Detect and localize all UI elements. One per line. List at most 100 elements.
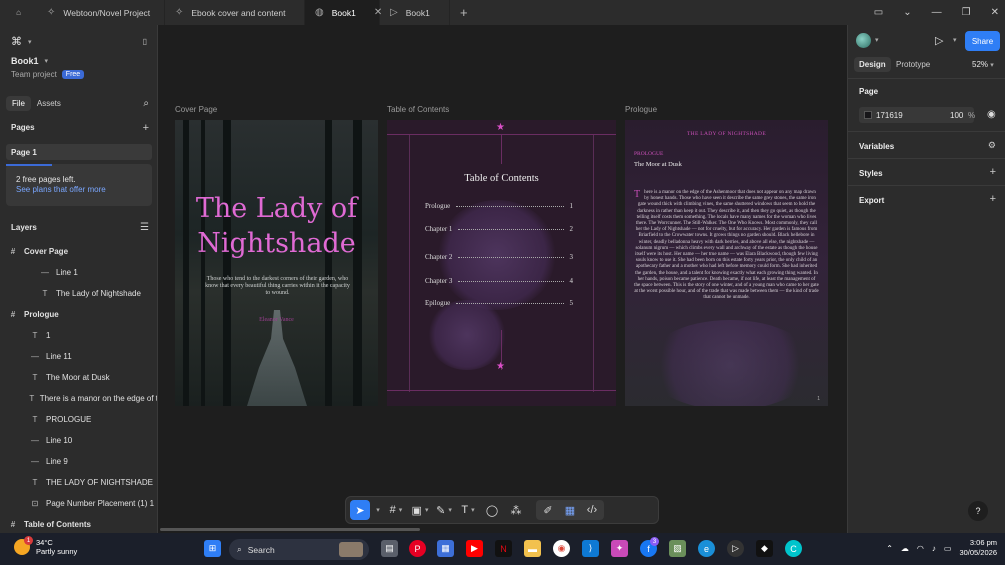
add-tab-icon[interactable]: + bbox=[460, 5, 468, 20]
clock[interactable]: 3:06 pm 30/05/2026 bbox=[959, 538, 997, 558]
cover-title-line1[interactable]: The Lady of bbox=[175, 193, 378, 224]
page-number[interactable]: 1 bbox=[817, 396, 820, 402]
toc-title[interactable]: Table of Contents bbox=[387, 173, 616, 184]
cover-tagline[interactable]: Those who tend to the darkest corners of… bbox=[205, 276, 350, 297]
page-opacity[interactable]: 100 bbox=[950, 111, 963, 120]
layer-item[interactable]: T The Moor at Dusk bbox=[0, 367, 157, 387]
chrome-icon[interactable]: ◉ bbox=[553, 540, 570, 557]
tab-prototype[interactable]: Prototype bbox=[896, 60, 930, 69]
toc-entry[interactable]: Prologue 1 bbox=[425, 202, 573, 210]
maximize-icon[interactable]: ❐ bbox=[962, 7, 971, 18]
pen-tool-button[interactable]: ✎ ▾ bbox=[434, 500, 454, 520]
canva-icon[interactable]: C bbox=[785, 540, 802, 557]
dev-mode-icon[interactable]: ‹/› bbox=[582, 500, 602, 520]
layer-item[interactable]: # Prologue bbox=[0, 304, 157, 324]
tab-design[interactable]: Design bbox=[854, 57, 891, 72]
layer-item[interactable]: — Line 9 bbox=[0, 451, 157, 471]
file-name-row[interactable]: Book1 ▾ bbox=[0, 56, 157, 66]
layer-item[interactable]: — Line 10 bbox=[0, 430, 157, 450]
windows-start-icon[interactable]: ⊞ bbox=[204, 540, 221, 557]
wifi-icon[interactable]: ◠ bbox=[917, 544, 924, 553]
copilot-icon[interactable]: ✦ bbox=[611, 540, 628, 557]
pinterest-icon[interactable]: P bbox=[409, 540, 426, 557]
layer-item[interactable]: T The Lady of Nightshade bbox=[0, 283, 157, 303]
frame-label-prologue[interactable]: Prologue bbox=[625, 105, 657, 114]
home-icon[interactable]: ⌂ bbox=[0, 0, 37, 25]
cover-title-line2[interactable]: Nightshade bbox=[175, 228, 378, 259]
chevron-up-icon[interactable]: ⌃ bbox=[886, 544, 893, 553]
chevron-down-icon[interactable]: ▾ bbox=[45, 57, 49, 65]
help-button[interactable]: ? bbox=[968, 501, 988, 521]
layer-list-icon[interactable]: ☰ bbox=[140, 222, 149, 233]
media-player-icon[interactable]: ▷ bbox=[727, 540, 744, 557]
color-swatch[interactable] bbox=[864, 111, 872, 119]
frame-label-cover[interactable]: Cover Page bbox=[175, 105, 217, 114]
cover-page-frame[interactable]: The Lady of Nightshade Those who tend to… bbox=[175, 120, 378, 406]
tab-assets[interactable]: Assets bbox=[37, 99, 61, 108]
layer-item[interactable]: T1 bbox=[0, 325, 157, 345]
panel-toggle-icon[interactable]: ▯ bbox=[143, 37, 147, 46]
sidebar-toggle-icon[interactable]: ▭ bbox=[874, 7, 883, 18]
photos-icon[interactable]: ▧ bbox=[669, 540, 686, 557]
layer-item[interactable]: ⊡ Page Number Placement (1) 1 bbox=[0, 493, 157, 513]
chevron-down-icon[interactable]: ▾ bbox=[374, 500, 382, 520]
tab-ebook-cover[interactable]: ✧ Ebook cover and content bbox=[165, 0, 305, 25]
toc-entry[interactable]: Chapter 3 4 bbox=[425, 277, 573, 285]
prologue-subtitle[interactable]: The Moor at Dusk bbox=[634, 161, 682, 168]
eye-icon[interactable]: ◉ bbox=[987, 109, 996, 120]
toc-entry[interactable]: Epilogue 5 bbox=[425, 299, 573, 307]
comment-tool-button[interactable]: ◯ bbox=[482, 500, 502, 520]
layer-item[interactable]: # Cover Page bbox=[0, 241, 157, 261]
avatar[interactable] bbox=[856, 33, 871, 48]
netflix-icon[interactable]: N bbox=[495, 540, 512, 557]
microsoft-store-icon[interactable]: ▦ bbox=[437, 540, 454, 557]
page-color-field[interactable]: 171619 100 % bbox=[859, 107, 975, 123]
chevron-down-icon[interactable]: ⌄ bbox=[903, 7, 911, 18]
tab-book1-active[interactable]: ◍ Book1 ✕ bbox=[305, 0, 382, 25]
chevron-down-icon[interactable]: ▾ bbox=[953, 36, 957, 44]
actions-button[interactable]: ⁂ bbox=[506, 500, 526, 520]
youtube-icon[interactable]: ▶ bbox=[466, 540, 483, 557]
figma-menu-icon[interactable]: ⌘ bbox=[11, 35, 22, 48]
layer-item[interactable]: # Table of Contents bbox=[0, 514, 157, 533]
image-tool-button[interactable]: ▣ ▾ bbox=[410, 500, 430, 520]
toc-entry[interactable]: Chapter 2 3 bbox=[425, 253, 573, 261]
frame-tool-button[interactable]: # ▾ bbox=[386, 500, 406, 520]
battery-icon[interactable]: ▭ bbox=[944, 544, 952, 553]
prologue-label[interactable]: PROLOGUE bbox=[634, 151, 663, 157]
add-export-icon[interactable]: + bbox=[990, 193, 996, 205]
tab-webtoon-project[interactable]: ✧ Webtoon/Novel Project bbox=[37, 0, 165, 25]
minimize-icon[interactable]: — bbox=[932, 7, 942, 18]
file-name[interactable]: Book1 bbox=[11, 56, 39, 66]
zoom-level[interactable]: 52% ▾ bbox=[972, 60, 994, 69]
running-head[interactable]: THE LADY OF NIGHTSHADE bbox=[625, 131, 828, 137]
vscode-icon[interactable]: ⟩ bbox=[582, 540, 599, 557]
weather-widget[interactable]: 1 34°C Partly sunny bbox=[14, 536, 77, 556]
search-icon[interactable]: ⌕ bbox=[143, 98, 149, 109]
layer-item[interactable]: T PROLOGUE bbox=[0, 409, 157, 429]
share-button[interactable]: Share bbox=[965, 31, 1000, 51]
plan-badge[interactable]: Free bbox=[61, 70, 85, 79]
page-color-hex[interactable]: 171619 bbox=[876, 111, 903, 120]
page-item-page1[interactable]: Page 1 bbox=[6, 144, 152, 160]
prologue-frame[interactable]: THE LADY OF NIGHTSHADE PROLOGUE The Moor… bbox=[625, 120, 828, 406]
frame-label-toc[interactable]: Table of Contents bbox=[387, 105, 449, 114]
layer-item[interactable]: T THE LADY OF NIGHTSHADE bbox=[0, 472, 157, 492]
toc-frame[interactable]: ★ ★ Table of Contents Prologue 1 Chapter 1… bbox=[387, 120, 616, 406]
present-icon[interactable]: ▷ bbox=[935, 34, 943, 47]
toc-entry[interactable]: Chapter 1 2 bbox=[425, 225, 573, 233]
layer-item[interactable]: T There is a manor on the edge of t bbox=[0, 388, 157, 408]
chevron-down-icon[interactable]: ▾ bbox=[875, 36, 879, 44]
cover-author[interactable]: Eleanor Vance bbox=[175, 317, 378, 323]
layer-item[interactable]: — Line 11 bbox=[0, 346, 157, 366]
chevron-down-icon[interactable]: ▾ bbox=[28, 38, 32, 46]
plans-link[interactable]: See plans that offer more bbox=[16, 185, 106, 194]
text-tool-button[interactable]: T ▾ bbox=[458, 500, 478, 520]
draw-mode-icon[interactable]: ✐ bbox=[538, 500, 558, 520]
prologue-body[interactable]: There is a manor on the edge of the Ashe… bbox=[634, 190, 819, 302]
file-explorer-icon[interactable]: ▬ bbox=[524, 540, 541, 557]
add-page-icon[interactable]: + bbox=[143, 122, 149, 134]
task-view-icon[interactable]: ▤ bbox=[381, 540, 398, 557]
figma-icon[interactable]: ◆ bbox=[756, 540, 773, 557]
edge-icon[interactable]: e bbox=[698, 540, 715, 557]
